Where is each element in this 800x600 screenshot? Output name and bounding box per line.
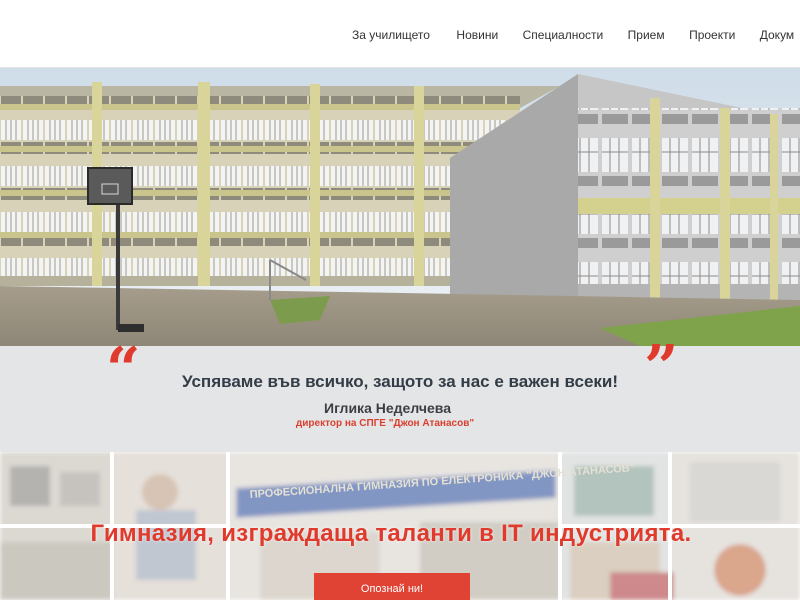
quote-author-role: директор на СПГЕ "Джон Атанасов" (295, 418, 475, 429)
hero-school-building-image (0, 68, 800, 346)
quote-text: Успяваме във всичко, защото за нас е важ… (181, 372, 619, 391)
nav-item-about-school[interactable]: За училището (352, 28, 430, 42)
discover-us-button[interactable]: Опознай ни! (314, 573, 470, 600)
school-building-illustration (0, 68, 800, 346)
top-navbar: За училището Новини Специалности Прием П… (0, 0, 800, 68)
nav-item-specialties[interactable]: Специалности (523, 28, 604, 42)
director-quote-section: “ ” Успяваме във всичко, защото за нас е… (0, 338, 800, 452)
school-photo-collage: ПРОФЕСИОНАЛНА ГИМНАЗИЯ ПО ЕЛЕКТРОНИКА "Д… (0, 452, 800, 600)
school-tagline: Гимназия, изграждаща таланти в IT индуст… (90, 520, 692, 547)
nav-item-documents[interactable]: Докум (760, 28, 794, 42)
nav-item-news[interactable]: Новини (456, 28, 498, 42)
main-menu: За училището Новини Специалности Прием П… (352, 26, 800, 44)
nav-item-projects[interactable]: Проекти (689, 28, 735, 42)
nav-item-admission[interactable]: Прием (628, 28, 665, 42)
quote-author: Иглика Неделчева (324, 400, 451, 416)
